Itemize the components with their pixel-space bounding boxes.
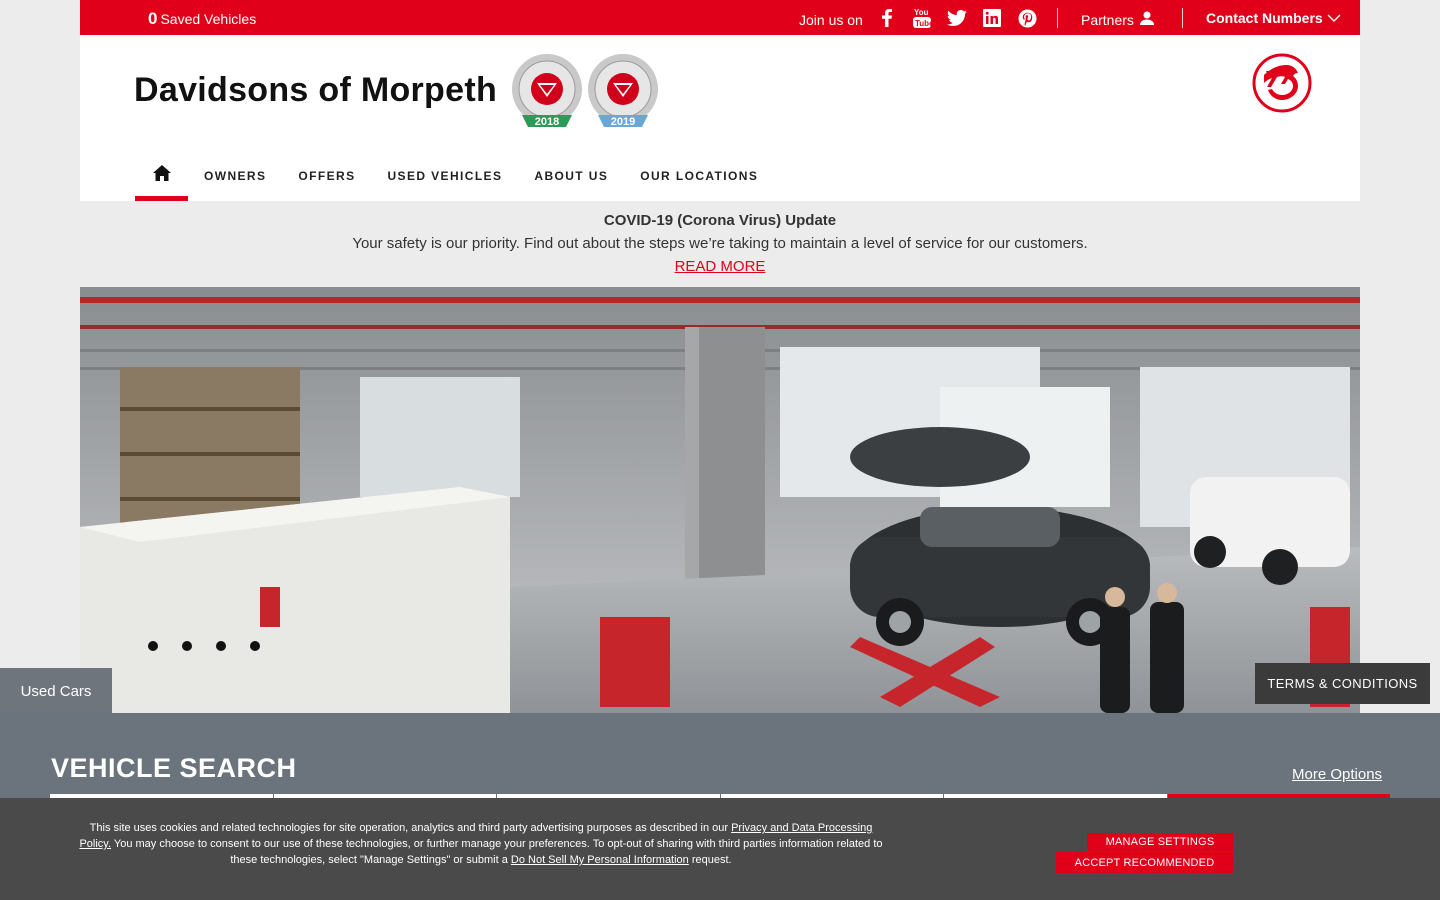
carousel-dot[interactable] (148, 641, 158, 651)
saved-label: Saved Vehicles (160, 11, 257, 27)
terms-conditions-button[interactable]: TERMS & CONDITIONS (1255, 663, 1430, 704)
do-not-sell-link[interactable]: Do Not Sell My Personal Information (511, 854, 689, 866)
partners-link[interactable]: Partners (1081, 11, 1154, 28)
vauxhall-griffin-logo (1252, 53, 1312, 113)
svg-text:Tube: Tube (915, 19, 932, 28)
nav-item-our-locations[interactable]: OUR LOCATIONS (640, 169, 758, 188)
more-options-link[interactable]: More Options (1292, 766, 1382, 783)
cookie-banner: This site uses cookies and related techn… (0, 798, 1440, 900)
topbar-divider (1057, 8, 1058, 28)
cookie-text: This site uses cookies and related techn… (76, 820, 886, 868)
contact-numbers-dropdown[interactable]: Contact Numbers (1206, 10, 1341, 26)
accept-recommended-button[interactable]: ACCEPT RECOMMENDED (1056, 852, 1233, 873)
award-year: 2018 (535, 116, 559, 128)
site-header: Davidsons of Morpeth 2018 2019 OWNERS OF… (80, 35, 1360, 201)
topbar-divider (1182, 8, 1183, 28)
contact-label: Contact Numbers (1206, 10, 1323, 26)
carousel-dots (148, 641, 260, 651)
covid-read-more-link[interactable]: READ MORE (675, 258, 766, 275)
cookie-text-part: You may choose to consent to our use of … (111, 838, 883, 866)
social-links: You Tube (876, 7, 1038, 29)
award-badge-2019: 2019 (586, 53, 660, 129)
covid-notice: COVID-19 (Corona Virus) Update Your safe… (80, 212, 1360, 275)
youtube-icon[interactable]: You Tube (911, 7, 933, 29)
svg-text:You: You (914, 8, 929, 17)
used-cars-tab[interactable]: Used Cars (0, 668, 112, 714)
nav-item-about-us[interactable]: ABOUT US (534, 169, 608, 188)
nav-home[interactable] (135, 155, 188, 201)
dealer-brand-logo[interactable]: Davidsons of Morpeth (134, 71, 497, 110)
chevron-down-icon (1327, 10, 1341, 26)
cookie-text-part: This site uses cookies and related techn… (89, 822, 732, 834)
carousel-dot[interactable] (250, 641, 260, 651)
nav-item-used-vehicles[interactable]: USED VEHICLES (387, 169, 502, 188)
workshop-photo (80, 287, 1360, 713)
partners-label: Partners (1081, 11, 1134, 28)
nav-item-offers[interactable]: OFFERS (298, 169, 355, 188)
user-icon (1139, 11, 1154, 28)
hero-banner (80, 287, 1360, 713)
covid-title: COVID-19 (Corona Virus) Update (603, 212, 837, 229)
saved-count: 0 (148, 9, 158, 28)
home-icon (152, 165, 171, 186)
manage-settings-button[interactable]: MANAGE SETTINGS (1087, 833, 1233, 851)
nav-item-owners[interactable]: OWNERS (204, 169, 266, 188)
facebook-icon[interactable] (876, 7, 898, 29)
award-badge-2018: 2018 (510, 53, 584, 129)
award-year: 2019 (611, 116, 635, 128)
saved-vehicles-link[interactable]: 0 Saved Vehicles (148, 9, 256, 29)
main-nav: OWNERS OFFERS USED VEHICLES ABOUT US OUR… (135, 155, 774, 201)
covid-description: Your safety is our priority. Find out ab… (352, 235, 1088, 252)
linkedin-icon[interactable] (981, 7, 1003, 29)
top-bar: 0 Saved Vehicles Join us on You Tube Partn… (80, 0, 1360, 35)
twitter-icon[interactable] (946, 7, 968, 29)
carousel-dot[interactable] (216, 641, 226, 651)
pinterest-icon[interactable] (1016, 7, 1038, 29)
cookie-text-part: request. (688, 854, 732, 866)
carousel-dot[interactable] (182, 641, 192, 651)
join-us-label: Join us on (799, 12, 863, 28)
vehicle-search-heading: VEHICLE SEARCH (51, 753, 297, 783)
